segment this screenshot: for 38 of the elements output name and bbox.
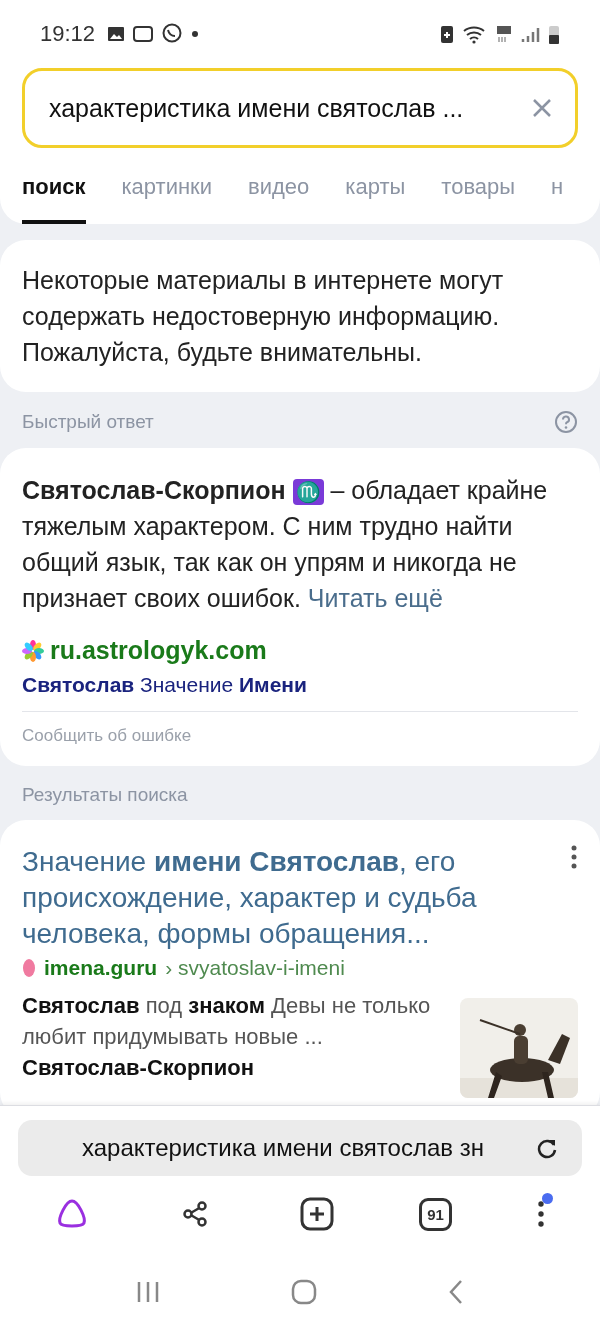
source-link[interactable]: ru.astrologyk.com — [50, 636, 267, 665]
section-title: Быстрый ответ — [22, 411, 154, 433]
site-favicon-icon — [22, 958, 36, 978]
recent-apps-icon — [135, 1281, 160, 1303]
search-tab[interactable]: видео — [248, 154, 310, 224]
address-bar[interactable]: характеристика имени святослав зн — [18, 1120, 582, 1176]
read-more-link[interactable]: Читать ещё — [307, 584, 443, 612]
more-icon — [570, 844, 578, 870]
answer-text: Святослав-Скорпион ♏ – обладает крайне тяжелым характером. С ним трудно найти общий язык, так как он упрям и никогда не признает своих ошибок. Читать ещё — [22, 475, 549, 614]
result-snippet: Святослав под знаком Девы не только любит придумывать новые ... Святослав-Скорпион — [22, 992, 432, 1082]
dot-icon — [191, 30, 200, 38]
notice-text: Некоторые материалы в интернете могут содержать недостоверную информацию. Пожалуйста, будьте внимательны. — [22, 265, 505, 368]
back-icon — [448, 1279, 465, 1305]
search-tab[interactable]: поиск — [22, 154, 86, 224]
result-domain[interactable]: imena.guru — [44, 956, 158, 980]
search-tab[interactable]: товары — [441, 154, 516, 224]
help-icon — [554, 410, 578, 434]
search-tab[interactable]: картинки — [121, 154, 213, 224]
tabs-count-button[interactable]: 91 — [419, 1197, 453, 1231]
flower-icon — [22, 639, 44, 662]
gallery-icon — [107, 26, 126, 42]
battery-saver-icon — [440, 24, 454, 44]
more-icon — [536, 1199, 545, 1229]
reload-icon — [536, 1137, 558, 1159]
phone-bubble-icon — [161, 23, 184, 45]
notification-dot — [541, 1193, 553, 1204]
plus-icon — [300, 1197, 335, 1231]
source-title[interactable]: Святослав Значение Имени — [22, 673, 578, 697]
search-field[interactable]: характеристика имени святослав ... — [22, 68, 578, 148]
result-title-link[interactable]: Значение имени Святослав, его происхождение, характер и судьба человека, формы обращения... — [22, 844, 560, 952]
search-tab[interactable]: карты — [345, 154, 406, 224]
home-icon — [291, 1279, 317, 1305]
result-path: › svyatoslav-i-imeni — [165, 956, 345, 980]
close-icon — [531, 97, 553, 119]
battery-icon — [548, 23, 560, 45]
section-title: Результаты поиска — [22, 784, 188, 806]
status-time: 19:12 — [40, 21, 96, 47]
search-tab[interactable]: н — [551, 154, 564, 224]
